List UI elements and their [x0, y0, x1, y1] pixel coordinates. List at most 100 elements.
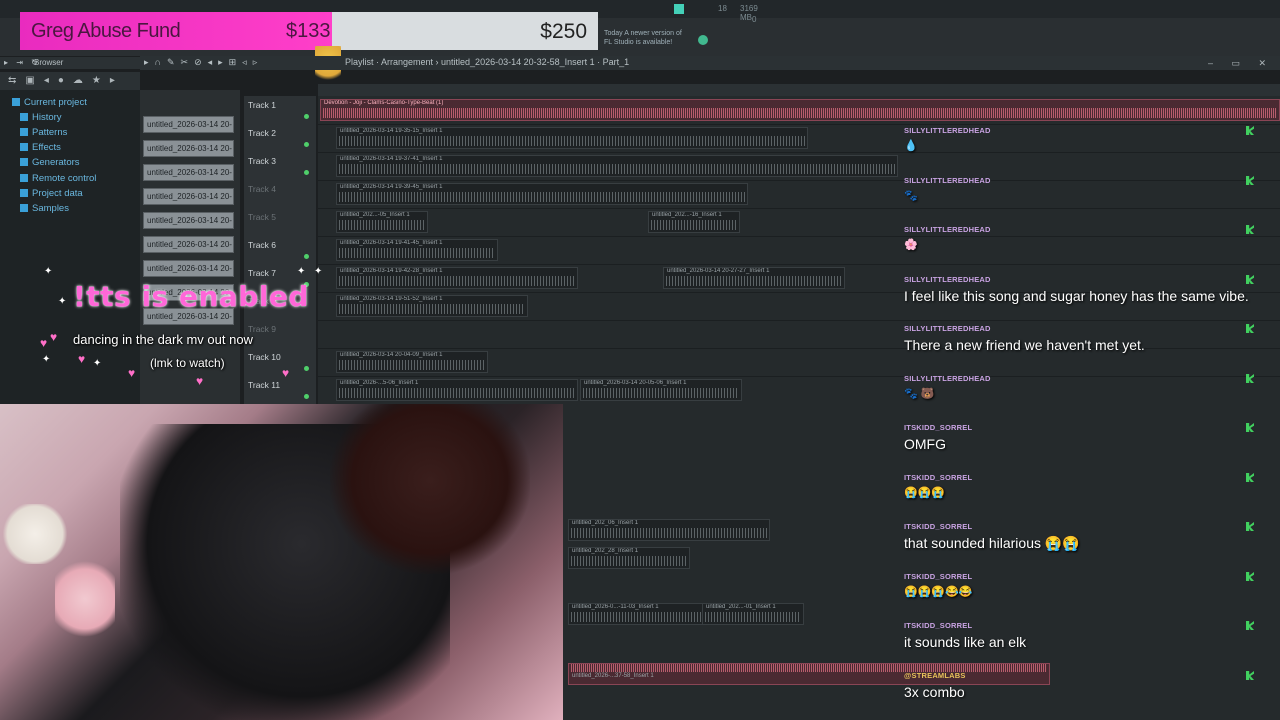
timeline-ruler[interactable]: [318, 84, 1280, 96]
waveform: [339, 220, 425, 230]
chat-text: 🌸: [904, 239, 918, 251]
update-icon[interactable]: [698, 35, 708, 45]
chat-overlay: SILLYLITTLEREDHEAD 💧 SILLYLITTLEREDHEAD 🐾 …: [900, 96, 1270, 720]
audio-clip[interactable]: untitled_2026-03-14 19-37-41_Insert 1: [336, 155, 898, 177]
audio-clip[interactable]: untitled_202_06_Insert 1: [568, 519, 770, 541]
browser-item-project-data[interactable]: Project data: [20, 188, 83, 199]
chat-message: SILLYLITTLEREDHEAD I feel like this song …: [904, 275, 1264, 304]
window-controls[interactable]: ‒ ▭ ✕: [1208, 58, 1274, 69]
playlist-breadcrumb: Playlist · Arrangement › untitled_2026-0…: [345, 57, 630, 67]
audio-clip[interactable]: untitled_202...-16_Insert 1: [648, 211, 740, 233]
chat-text: OMFG: [904, 436, 946, 452]
track-label[interactable]: Track 10: [248, 352, 281, 362]
track-mute-icon[interactable]: [304, 394, 309, 399]
pattern-item[interactable]: untitled_2026-03-14 20-: [143, 164, 234, 181]
chat-message: SILLYLITTLEREDHEAD There a new friend we …: [904, 324, 1264, 353]
generators-icon: [20, 158, 28, 166]
audio-clip[interactable]: untitled_2026-03-14 19-39-45_Insert 1: [336, 183, 748, 205]
chat-message: ITSKIDD_SORREL that sounded hilarious 😭😭: [904, 522, 1264, 552]
audio-clip[interactable]: untitled_2026-03-14 19-35-15_Insert 1: [336, 127, 808, 149]
browser-item-remote-control[interactable]: Remote control: [20, 173, 96, 184]
track-mute-icon[interactable]: [304, 170, 309, 175]
pattern-item[interactable]: untitled_2026-03-14 20-: [143, 260, 234, 277]
track-label[interactable]: Track 5: [248, 212, 276, 222]
chat-username: ITSKIDD_SORREL: [904, 473, 973, 482]
chat-username: SILLYLITTLEREDHEAD: [904, 176, 991, 185]
waveform: [339, 276, 575, 286]
audio-clip[interactable]: untitled_202...-01_Insert 1: [702, 603, 804, 625]
streamer-hair: [330, 404, 530, 574]
chat-text: it sounds like an elk: [904, 634, 1027, 650]
chat-username: ITSKIDD_SORREL: [904, 423, 973, 432]
browser-item-history[interactable]: History: [20, 112, 62, 123]
track-headers: Track 1 Track 2 Track 3 Track 4 Track 5 …: [244, 96, 316, 406]
track-label[interactable]: Track 7: [248, 268, 276, 278]
sparkle-icon: ✦: [42, 354, 51, 365]
chat-username: SILLYLITTLEREDHEAD: [904, 126, 991, 135]
audio-clip[interactable]: untitled_202_28_Insert 1: [568, 547, 690, 569]
browser-item-generators[interactable]: Generators: [20, 157, 80, 168]
track-mute-icon[interactable]: [304, 254, 309, 259]
chat-text: 💧: [904, 140, 918, 152]
pattern-item[interactable]: untitled_2026-03-14 20-: [143, 140, 234, 157]
waveform: [571, 528, 767, 538]
waveform: [705, 612, 801, 622]
donation-goal-amount: $250: [540, 20, 587, 43]
heart-pillow: [55, 554, 115, 644]
webcam-feed: [0, 404, 563, 720]
audio-clip[interactable]: untitled_2026-03-14 20-04-09_Insert 1: [336, 351, 488, 373]
heart-icon: ♥: [196, 374, 204, 388]
track-label[interactable]: Track 11: [248, 380, 280, 390]
update-notice[interactable]: Today A newer version of FL Studio is av…: [604, 29, 682, 47]
chat-username: ITSKIDD_SORREL: [904, 572, 973, 581]
sparkle-icon: ✦: [58, 296, 67, 307]
audio-clip[interactable]: untitled_2026-03-14 19-51-52_Insert 1: [336, 295, 528, 317]
audio-clip[interactable]: untitled_2026-03-14 19-42-28_Insert 1: [336, 267, 578, 289]
update-notice-line1: Today A newer version of: [604, 30, 682, 37]
chat-message: SILLYLITTLEREDHEAD 🐾: [904, 176, 1264, 202]
track-mute-icon[interactable]: [304, 366, 309, 371]
browser-header: ▸ ⇥ ↻ Browser: [0, 57, 140, 69]
audio-clip[interactable]: untitled_2026-03-14 20-05-06_Insert 1: [580, 379, 742, 401]
pattern-item[interactable]: untitled_2026-03-14 20-: [143, 236, 234, 253]
track-mute-icon[interactable]: [304, 114, 309, 119]
waveform: [339, 192, 745, 202]
chat-text: 😭😭😭: [904, 487, 946, 499]
track-label[interactable]: Track 4: [248, 184, 276, 194]
chat-username: SILLYLITTLEREDHEAD: [904, 275, 991, 284]
folder-icon: [12, 98, 20, 106]
browser-item-samples[interactable]: Samples: [20, 203, 69, 214]
browser-item-effects[interactable]: Effects: [20, 142, 61, 153]
waveform: [583, 388, 739, 398]
track-label[interactable]: Track 1: [248, 100, 276, 110]
track-label[interactable]: Track 2: [248, 128, 276, 138]
voices-value: 0: [752, 15, 757, 24]
waveform: [339, 388, 575, 398]
pattern-item[interactable]: untitled_2026-03-14 20-: [143, 188, 234, 205]
playlist-tools-icons[interactable]: ▸∩✎✂⊘◂▸⊞◃▹: [144, 57, 263, 68]
heart-icon: ♥: [78, 352, 86, 366]
effects-icon: [20, 143, 28, 151]
chat-text: 🐾 🐻: [904, 388, 935, 400]
pattern-item[interactable]: untitled_2026-03-14 20-: [143, 116, 234, 133]
sparkle-icon: ✦: [93, 358, 102, 369]
waveform: [339, 304, 525, 314]
browser-item-current-project[interactable]: Current project: [12, 97, 87, 108]
pattern-item[interactable]: untitled_2026-03-14 20-: [143, 212, 234, 229]
browser-toolbar-icons[interactable]: ⇆▣◂●☁★▸: [8, 75, 124, 86]
browser-item-patterns[interactable]: Patterns: [20, 127, 67, 138]
audio-clip[interactable]: untitled_2026-03-14 19-41-45_Insert 1: [336, 239, 498, 261]
audio-clip[interactable]: untitled_202...-05_Insert 1: [336, 211, 428, 233]
cpu-meter: 18 3169 MB 0: [640, 2, 770, 26]
track-label[interactable]: Track 6: [248, 240, 276, 250]
audio-clip[interactable]: untitled_2026-03-14 20-27-27_Insert 1: [663, 267, 845, 289]
track-label[interactable]: Track 3: [248, 156, 276, 166]
chat-message: SILLYLITTLEREDHEAD 🐾 🐻: [904, 374, 1264, 400]
audio-clip[interactable]: untitled_2026-...5-06_Insert 1: [336, 379, 578, 401]
cpu-value: 18: [718, 4, 727, 13]
chat-message: ITSKIDD_SORREL 😭😭😭😂😂: [904, 572, 1264, 598]
track-mute-icon[interactable]: [304, 142, 309, 147]
browser-toolbar: ⇆▣◂●☁★▸: [0, 72, 140, 90]
chat-message: ITSKIDD_SORREL OMFG: [904, 423, 1264, 452]
chat-text: 😭😭😭😂😂: [904, 586, 973, 598]
